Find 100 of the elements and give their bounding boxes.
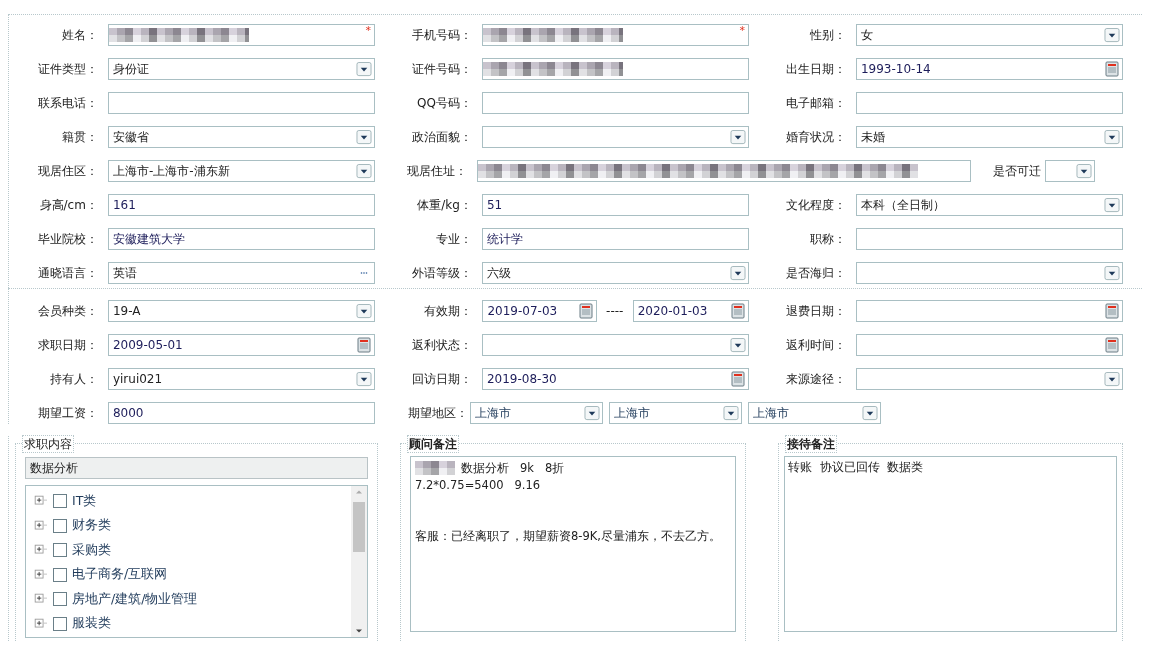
- select-field[interactable]: [1045, 160, 1095, 182]
- input-field[interactable]: 安徽建筑大学: [107, 228, 375, 250]
- date-field[interactable]: 1993-10-14: [855, 58, 1123, 80]
- checkbox[interactable]: [53, 543, 67, 558]
- select-field[interactable]: 身份证: [107, 58, 375, 80]
- field-label: 体重/kg：: [416, 197, 472, 214]
- select-field[interactable]: 上海市: [609, 402, 742, 424]
- input-field[interactable]: [477, 160, 971, 182]
- calendar-icon[interactable]: [356, 337, 372, 353]
- field-label: 电子邮箱：: [784, 95, 846, 112]
- select-field[interactable]: 未婚: [855, 126, 1123, 148]
- field-label: 回访日期：: [410, 371, 472, 388]
- field-label: 返利时间：: [784, 337, 846, 354]
- field-label: 姓名：: [60, 27, 98, 44]
- input-field[interactable]: 8000: [107, 402, 375, 424]
- field-label: 现居住址：: [406, 163, 468, 180]
- tree-item[interactable]: 服装类: [72, 614, 111, 634]
- date-field[interactable]: 2019-08-30: [481, 368, 749, 390]
- tree-item[interactable]: 采购类: [72, 540, 111, 560]
- date-field[interactable]: 2019-07-03: [482, 300, 597, 322]
- select-field[interactable]: 19-A: [107, 300, 375, 322]
- input-field[interactable]: [107, 92, 375, 114]
- input-field[interactable]: [481, 92, 749, 114]
- field-label: 期望工资：: [36, 405, 98, 422]
- expand-icon[interactable]: [32, 567, 48, 582]
- select-field[interactable]: 本科（全日制）: [855, 194, 1123, 216]
- field-label: 求职日期：: [36, 337, 98, 354]
- date-field[interactable]: 2009-05-01: [107, 334, 375, 356]
- checkbox[interactable]: [53, 616, 67, 631]
- field-label: 毕业院校：: [36, 231, 98, 248]
- tree-item[interactable]: 电子商务/互联网: [72, 565, 168, 585]
- tree-item[interactable]: 财务类: [72, 516, 111, 536]
- note-text: 客服：已经离职了，期望薪资8-9K,尽量浦东，不去乙方。: [415, 528, 721, 545]
- select-field[interactable]: [855, 368, 1123, 390]
- field-label: 政治面貌：: [410, 129, 472, 146]
- expand-icon[interactable]: [32, 616, 48, 631]
- input-field[interactable]: [855, 92, 1123, 114]
- field-label: 返利状态：: [410, 337, 472, 354]
- field-label: 联系电话：: [36, 95, 98, 112]
- field-label: QQ号码：: [416, 95, 472, 112]
- input-field[interactable]: *: [481, 24, 749, 46]
- select-field[interactable]: 上海市-上海市-浦东新: [107, 160, 375, 182]
- field-label: 是否海归：: [784, 265, 846, 282]
- select-field[interactable]: [855, 262, 1123, 284]
- field-label: 通晓语言：: [36, 265, 98, 282]
- checkbox[interactable]: [53, 494, 67, 509]
- date-field[interactable]: 2020-01-03: [632, 300, 749, 322]
- group-title: 顾问备注: [407, 435, 459, 453]
- input-field[interactable]: 英语: [107, 262, 375, 284]
- required-mark: *: [739, 23, 745, 39]
- checkbox[interactable]: [53, 567, 67, 582]
- input-field[interactable]: [481, 58, 749, 80]
- select-field[interactable]: 六级: [481, 262, 749, 284]
- date-field[interactable]: [855, 334, 1123, 356]
- calendar-icon[interactable]: [1104, 61, 1120, 77]
- field-label: 现居住区：: [36, 163, 98, 180]
- checkbox[interactable]: [53, 592, 67, 607]
- calendar-icon[interactable]: [1104, 337, 1120, 353]
- group-title: 求职内容: [22, 435, 74, 453]
- select-field[interactable]: yirui021: [107, 368, 375, 390]
- scroll-thumb[interactable]: [353, 502, 365, 552]
- field-label: 期望地区：: [407, 405, 468, 422]
- note-text: 转账 协议已回传 数据类: [788, 460, 924, 474]
- select-field[interactable]: 上海市: [748, 402, 881, 424]
- field-label: 证件类型：: [36, 61, 98, 78]
- field-label: 持有人：: [48, 371, 98, 388]
- field-label: 退费日期：: [784, 303, 846, 320]
- calendar-icon[interactable]: [730, 303, 746, 319]
- field-label: 籍贯：: [60, 129, 98, 146]
- input-field[interactable]: 51: [481, 194, 749, 216]
- notes-textarea[interactable]: 数据分析 9k 8折 7.2*0.75=5400 9.16 客服：已经离职了，期望薪资8-9K,尽量浦东，不去乙方。: [410, 456, 736, 632]
- tree-item[interactable]: IT类: [72, 491, 97, 511]
- field-label: 手机号码：: [410, 27, 472, 44]
- select-field[interactable]: 上海市: [470, 402, 603, 424]
- input-field[interactable]: 统计学: [481, 228, 749, 250]
- input-field[interactable]: *: [107, 24, 375, 46]
- calendar-icon[interactable]: [577, 303, 594, 319]
- expand-icon[interactable]: [32, 518, 48, 533]
- select-field[interactable]: 女: [855, 24, 1123, 46]
- select-field[interactable]: 安徽省: [107, 126, 375, 148]
- field-label: 婚育状况：: [784, 129, 846, 146]
- field-label: 外语等级：: [410, 265, 472, 282]
- select-field[interactable]: [481, 126, 749, 148]
- calendar-icon[interactable]: [1104, 303, 1120, 319]
- range-separator: ----: [605, 303, 625, 320]
- date-field[interactable]: [855, 300, 1123, 322]
- calendar-icon[interactable]: [730, 371, 746, 387]
- field-label: 性别：: [808, 27, 846, 44]
- input-field[interactable]: 161: [107, 194, 375, 216]
- input-field[interactable]: [855, 228, 1123, 250]
- scrollbar[interactable]: [351, 486, 367, 637]
- selected-field[interactable]: 数据分析: [25, 457, 368, 479]
- field-label: 职称：: [808, 231, 846, 248]
- field-label: 证件号码：: [410, 61, 472, 78]
- tree-item[interactable]: 房地产/建筑/物业管理: [72, 589, 198, 609]
- checkbox[interactable]: [53, 518, 67, 533]
- select-field[interactable]: [481, 334, 749, 356]
- field-label: 是否可迁: [992, 163, 1041, 180]
- field-label: 身高/cm：: [38, 197, 98, 214]
- notes-textarea[interactable]: 转账 协议已回传 数据类: [784, 456, 1117, 632]
